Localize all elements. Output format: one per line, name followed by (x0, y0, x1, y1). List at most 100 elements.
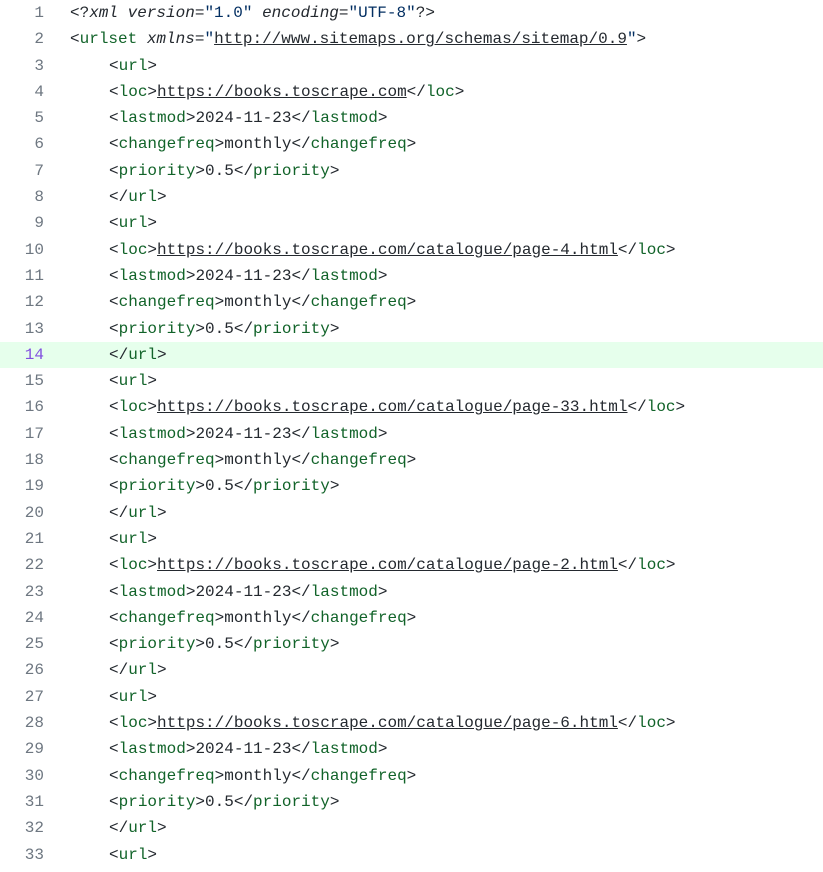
code-line[interactable]: 22<loc>https://books.toscrape.com/catalo… (0, 552, 823, 578)
code-content: <changefreq>monthly</changefreq> (62, 447, 416, 473)
xmlns-url[interactable]: http://www.sitemaps.org/schemas/sitemap/… (214, 30, 627, 48)
line-number: 11 (0, 263, 62, 289)
loc-url[interactable]: https://books.toscrape.com/catalogue/pag… (157, 241, 618, 259)
code-content: <?xml version="1.0" encoding="UTF-8"?> (62, 0, 435, 26)
code-content: <loc>https://books.toscrape.com/catalogu… (62, 552, 676, 578)
line-number: 3 (0, 53, 62, 79)
line-number: 15 (0, 368, 62, 394)
code-line[interactable]: 29<lastmod>2024-11-23</lastmod> (0, 736, 823, 762)
line-number: 16 (0, 394, 62, 420)
line-number: 14 (0, 342, 62, 368)
code-line[interactable]: 16<loc>https://books.toscrape.com/catalo… (0, 394, 823, 420)
code-line[interactable]: 5<lastmod>2024-11-23</lastmod> (0, 105, 823, 131)
line-number: 12 (0, 289, 62, 315)
code-content: <changefreq>monthly</changefreq> (62, 289, 416, 315)
code-line[interactable]: 11<lastmod>2024-11-23</lastmod> (0, 263, 823, 289)
code-line[interactable]: 4<loc>https://books.toscrape.com</loc> (0, 79, 823, 105)
code-content: </url> (62, 657, 167, 683)
code-content: <changefreq>monthly</changefreq> (62, 131, 416, 157)
code-content: <priority>0.5</priority> (62, 789, 339, 815)
line-number: 5 (0, 105, 62, 131)
code-line[interactable]: 33<url> (0, 842, 823, 868)
code-content: <lastmod>2024-11-23</lastmod> (62, 421, 387, 447)
code-line[interactable]: 27<url> (0, 684, 823, 710)
code-line[interactable]: 14</url> (0, 342, 823, 368)
code-line[interactable]: 9<url> (0, 210, 823, 236)
code-content: <priority>0.5</priority> (62, 316, 339, 342)
code-content: <priority>0.5</priority> (62, 473, 339, 499)
line-number: 31 (0, 789, 62, 815)
code-line[interactable]: 10<loc>https://books.toscrape.com/catalo… (0, 237, 823, 263)
line-number: 26 (0, 657, 62, 683)
code-content: </url> (62, 184, 167, 210)
line-number: 30 (0, 763, 62, 789)
code-line[interactable]: 3<url> (0, 53, 823, 79)
code-line[interactable]: 1<?xml version="1.0" encoding="UTF-8"?> (0, 0, 823, 26)
code-content: <urlset xmlns="http://www.sitemaps.org/s… (62, 26, 646, 52)
code-content: </url> (62, 815, 167, 841)
code-content: <lastmod>2024-11-23</lastmod> (62, 736, 387, 762)
code-editor[interactable]: 1<?xml version="1.0" encoding="UTF-8"?>2… (0, 0, 823, 868)
code-line[interactable]: 19<priority>0.5</priority> (0, 473, 823, 499)
code-line[interactable]: 8</url> (0, 184, 823, 210)
code-content: <loc>https://books.toscrape.com</loc> (62, 79, 464, 105)
line-number: 19 (0, 473, 62, 499)
line-number: 25 (0, 631, 62, 657)
code-content: <changefreq>monthly</changefreq> (62, 763, 416, 789)
code-line[interactable]: 32</url> (0, 815, 823, 841)
line-number: 9 (0, 210, 62, 236)
code-content: <url> (62, 210, 157, 236)
code-content: <lastmod>2024-11-23</lastmod> (62, 105, 387, 131)
line-number: 27 (0, 684, 62, 710)
code-line[interactable]: 24<changefreq>monthly</changefreq> (0, 605, 823, 631)
code-content: <loc>https://books.toscrape.com/catalogu… (62, 394, 685, 420)
code-line[interactable]: 31<priority>0.5</priority> (0, 789, 823, 815)
code-line[interactable]: 2<urlset xmlns="http://www.sitemaps.org/… (0, 26, 823, 52)
code-line[interactable]: 17<lastmod>2024-11-23</lastmod> (0, 421, 823, 447)
code-content: <lastmod>2024-11-23</lastmod> (62, 579, 387, 605)
code-line[interactable]: 7<priority>0.5</priority> (0, 158, 823, 184)
code-line[interactable]: 21<url> (0, 526, 823, 552)
line-number: 24 (0, 605, 62, 631)
line-number: 20 (0, 500, 62, 526)
code-line[interactable]: 12<changefreq>monthly</changefreq> (0, 289, 823, 315)
code-content: <url> (62, 368, 157, 394)
code-line[interactable]: 26</url> (0, 657, 823, 683)
code-line[interactable]: 30<changefreq>monthly</changefreq> (0, 763, 823, 789)
code-content: <priority>0.5</priority> (62, 631, 339, 657)
code-line[interactable]: 18<changefreq>monthly</changefreq> (0, 447, 823, 473)
code-content: <loc>https://books.toscrape.com/catalogu… (62, 710, 676, 736)
loc-url[interactable]: https://books.toscrape.com (157, 83, 407, 101)
line-number: 29 (0, 736, 62, 762)
line-number: 32 (0, 815, 62, 841)
line-number: 8 (0, 184, 62, 210)
code-line[interactable]: 20</url> (0, 500, 823, 526)
line-number: 10 (0, 237, 62, 263)
loc-url[interactable]: https://books.toscrape.com/catalogue/pag… (157, 398, 627, 416)
code-content: </url> (62, 342, 167, 368)
line-number: 23 (0, 579, 62, 605)
code-line[interactable]: 28<loc>https://books.toscrape.com/catalo… (0, 710, 823, 736)
line-number: 2 (0, 26, 62, 52)
line-number: 21 (0, 526, 62, 552)
loc-url[interactable]: https://books.toscrape.com/catalogue/pag… (157, 556, 618, 574)
code-content: <url> (62, 842, 157, 868)
code-content: <url> (62, 684, 157, 710)
loc-url[interactable]: https://books.toscrape.com/catalogue/pag… (157, 714, 618, 732)
code-line[interactable]: 6<changefreq>monthly</changefreq> (0, 131, 823, 157)
code-content: <priority>0.5</priority> (62, 158, 339, 184)
code-line[interactable]: 13<priority>0.5</priority> (0, 316, 823, 342)
code-content: <url> (62, 53, 157, 79)
code-line[interactable]: 15<url> (0, 368, 823, 394)
line-number: 18 (0, 447, 62, 473)
line-number: 13 (0, 316, 62, 342)
line-number: 17 (0, 421, 62, 447)
line-number: 7 (0, 158, 62, 184)
line-number: 6 (0, 131, 62, 157)
code-content: <url> (62, 526, 157, 552)
code-content: <loc>https://books.toscrape.com/catalogu… (62, 237, 676, 263)
line-number: 1 (0, 0, 62, 26)
code-line[interactable]: 25<priority>0.5</priority> (0, 631, 823, 657)
code-content: </url> (62, 500, 167, 526)
code-line[interactable]: 23<lastmod>2024-11-23</lastmod> (0, 579, 823, 605)
